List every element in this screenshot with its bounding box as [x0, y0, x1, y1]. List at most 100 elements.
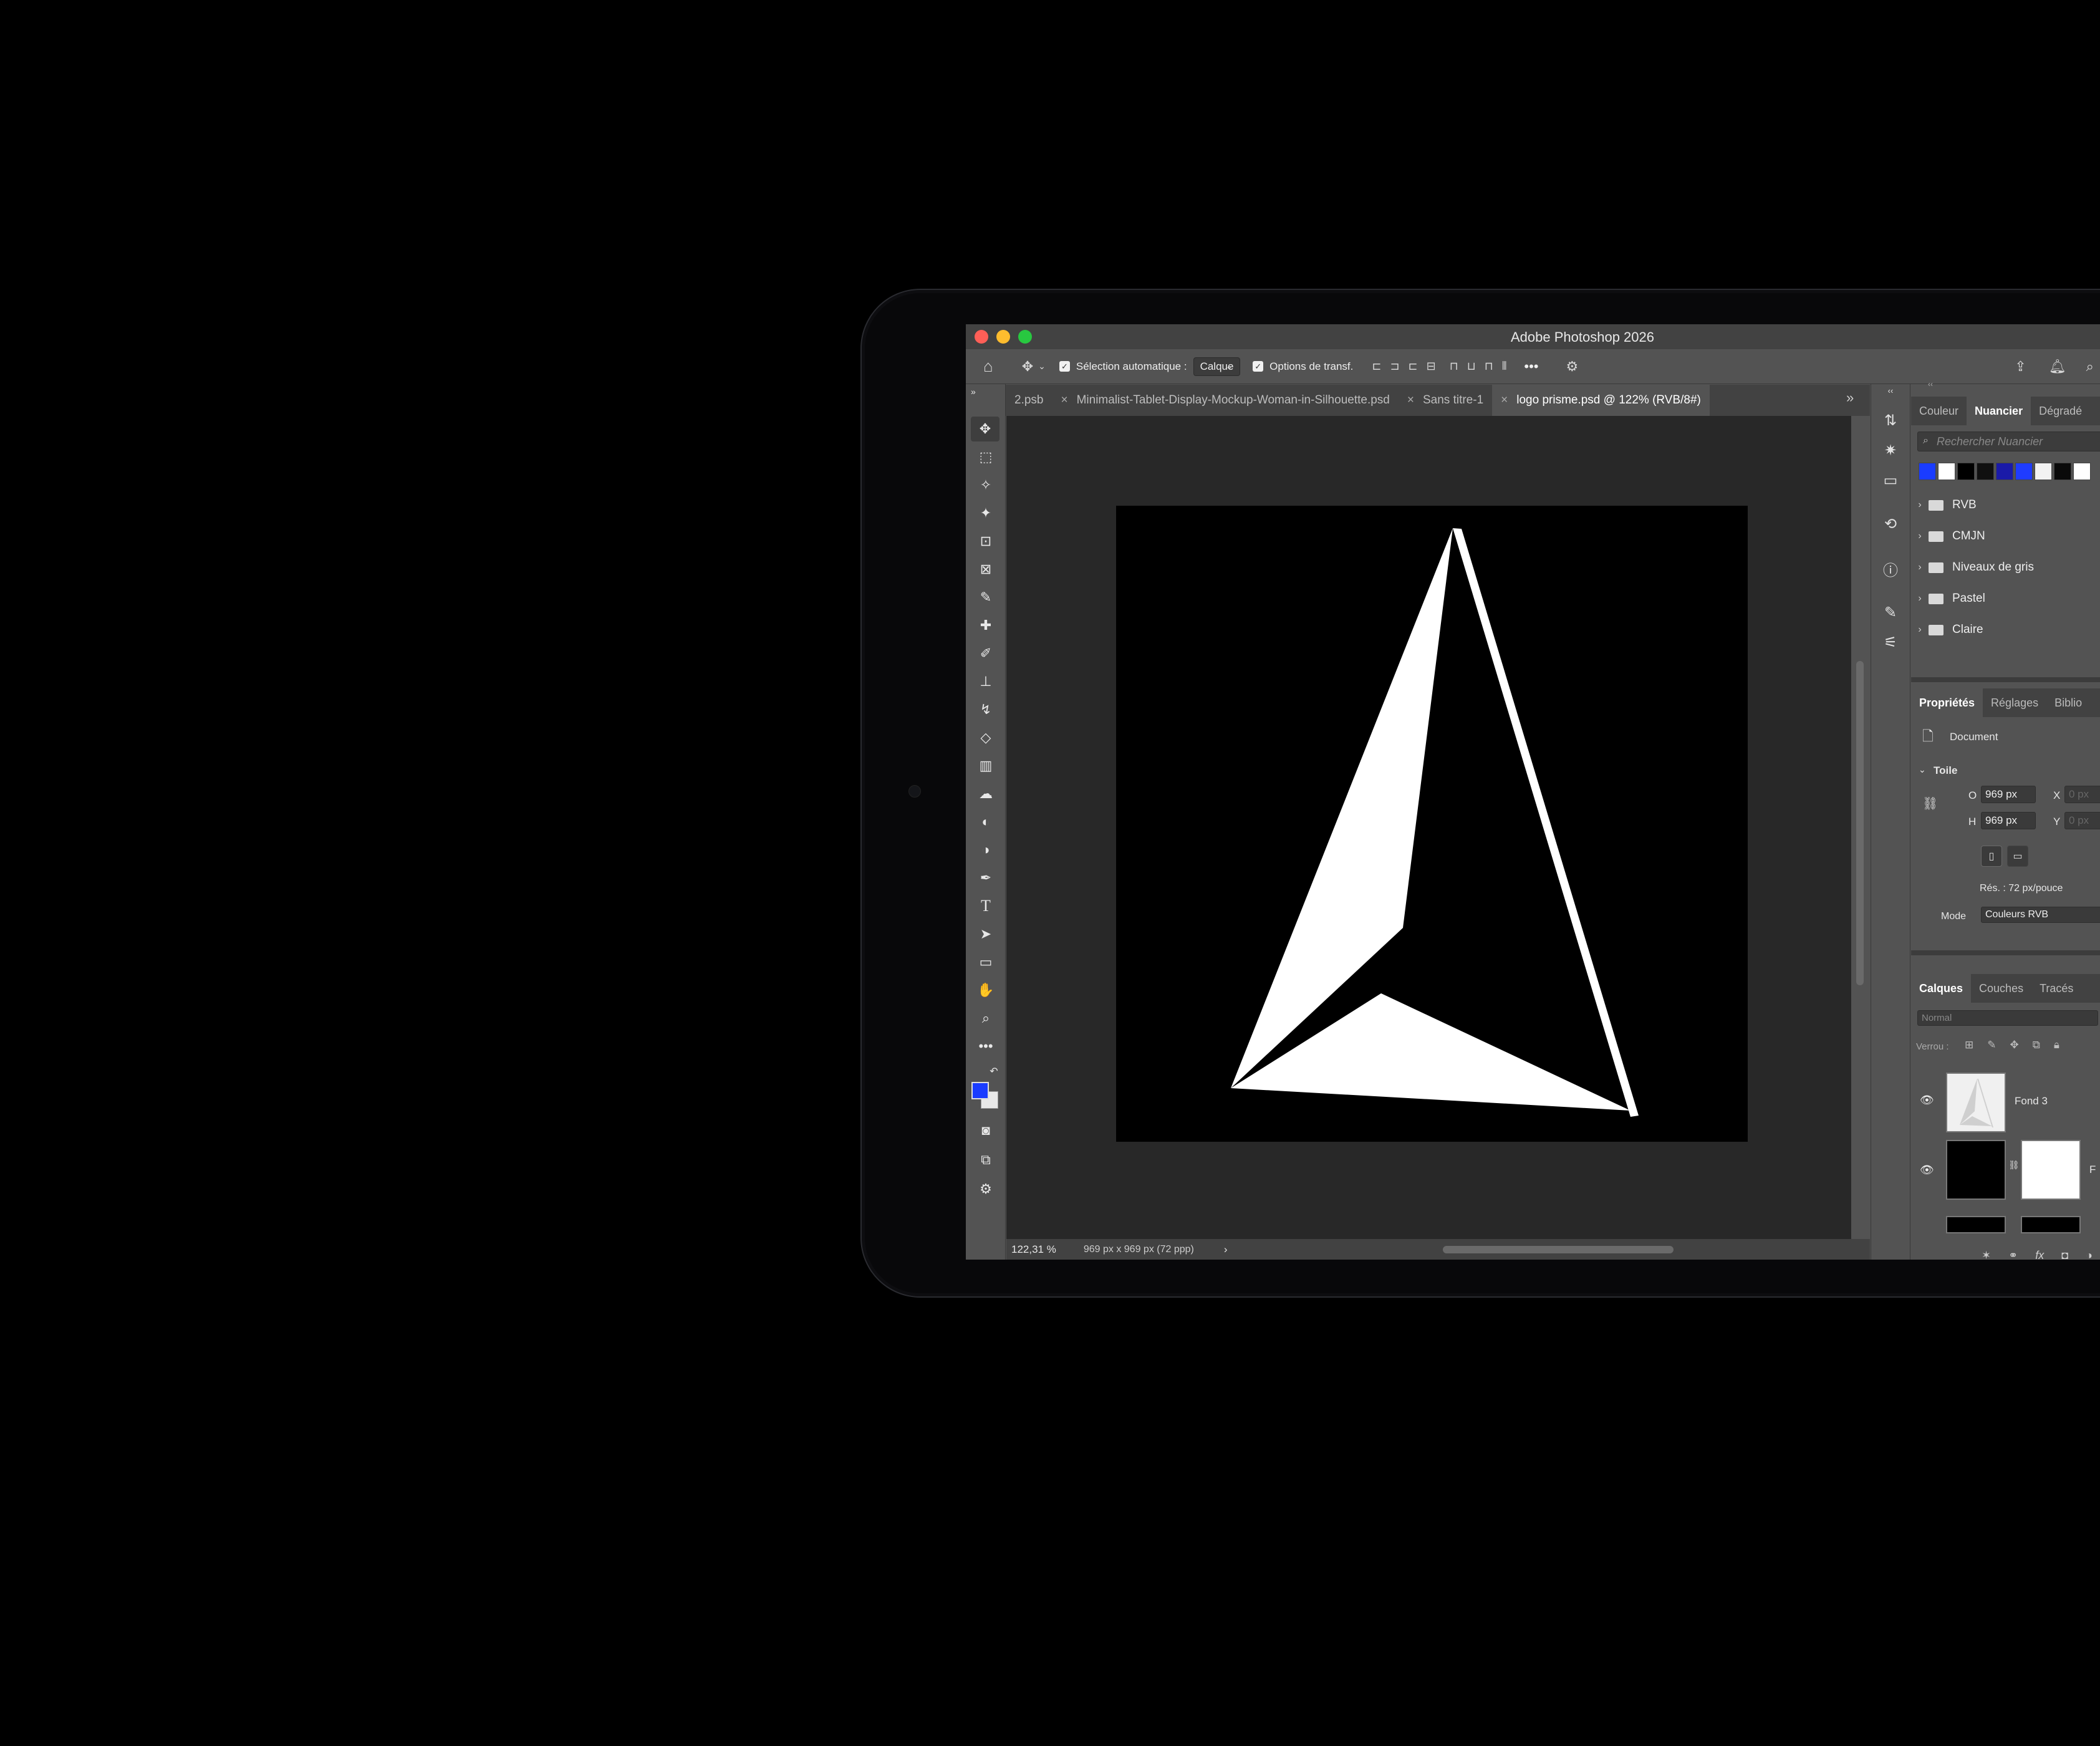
tabs-overflow-icon[interactable]: »	[1846, 390, 1854, 406]
collapse-panels-icon[interactable]: ‹‹	[1871, 384, 1910, 397]
eyedropper-tool[interactable]: ✎	[966, 585, 1006, 610]
screen-mode-button[interactable]: ⧉	[966, 1147, 1006, 1172]
width-field[interactable]: 969 px	[1981, 786, 2036, 803]
landscape-orientation-button[interactable]: ▭	[2007, 846, 2028, 867]
adjustments-icon[interactable]: ⇅	[1871, 405, 1910, 435]
magic-wand-tool[interactable]: ✦	[966, 501, 1006, 526]
hand-tool[interactable]: ✋	[966, 978, 1006, 1003]
zoom-tool[interactable]: ⌕	[966, 1006, 1006, 1031]
tab-document-2[interactable]: × Minimalist-Tablet-Display-Mockup-Woman…	[1052, 385, 1398, 416]
tab-bibliotheques[interactable]: Biblio	[2046, 688, 2090, 717]
distribute-icons[interactable]: ⊓⊔⊓⫴	[1450, 360, 1516, 373]
edit-toolbar-button[interactable]: •••	[966, 1034, 1006, 1059]
path-selection-tool[interactable]: ➤	[966, 922, 1006, 947]
tab-document-3[interactable]: × Sans titre-1	[1399, 385, 1492, 416]
tab-reglages[interactable]: Réglages	[1983, 688, 2046, 717]
swatch[interactable]	[1996, 463, 2013, 480]
close-tab-icon[interactable]: ×	[1061, 393, 1067, 407]
healing-brush-tool[interactable]: ✚	[966, 613, 1006, 638]
horizontal-scrollbar[interactable]	[1443, 1246, 1674, 1253]
close-window-button[interactable]	[975, 330, 988, 344]
close-tab-icon[interactable]: ×	[1407, 393, 1414, 407]
pen-tool[interactable]: ✒	[966, 866, 1006, 890]
eraser-tool[interactable]: ◇	[966, 725, 1006, 750]
tab-document-1[interactable]: 2.psb	[1006, 385, 1052, 416]
portrait-orientation-button[interactable]: ▯	[1981, 846, 2002, 867]
link-dimensions-icon[interactable]: ⛓︎	[1922, 796, 1938, 811]
tab-calques[interactable]: Calques	[1911, 974, 1972, 1003]
extras-icon[interactable]: ⚙	[966, 1177, 1006, 1202]
marquee-tool[interactable]: ⬚	[966, 445, 1006, 470]
height-field[interactable]: 969 px	[1981, 812, 2036, 829]
share-icon[interactable]: ⇪	[2015, 359, 2026, 375]
auto-select-dropdown[interactable]: Calque	[1193, 357, 1241, 376]
history-brush-tool[interactable]: ↯	[966, 697, 1006, 722]
comment-icon[interactable]: ▭	[1871, 465, 1910, 495]
move-tool[interactable]: ✥	[971, 417, 999, 441]
swatch[interactable]	[1919, 463, 1936, 480]
home-icon[interactable]: ⌂	[983, 357, 993, 376]
swatch[interactable]	[2015, 463, 2033, 480]
chevron-down-icon[interactable]: ⌄	[1919, 764, 1926, 775]
foreground-color-swatch[interactable]	[971, 1082, 989, 1099]
history-icon[interactable]: ⟲	[1871, 509, 1910, 539]
bell-icon[interactable]: 🔔︎	[2049, 359, 2066, 375]
swatch[interactable]	[2073, 463, 2091, 480]
swatch-group-pastel[interactable]: › Pastel	[1911, 584, 2100, 614]
minimize-window-button[interactable]	[996, 330, 1010, 344]
crop-tool[interactable]: ⊡	[966, 529, 1006, 554]
lasso-tool[interactable]: ✧	[966, 473, 1006, 498]
swatch-group-niveaux-de-gris[interactable]: › Niveaux de gris	[1911, 552, 2100, 582]
tab-degrade[interactable]: Dégradé	[2031, 397, 2090, 425]
burn-tool[interactable]: ◑	[966, 837, 1006, 862]
dodge-tool[interactable]: ◐	[966, 809, 1006, 834]
canvas-area[interactable]	[1006, 416, 1851, 1239]
layer-row[interactable]: 👁︎ ⛓︎ F	[1911, 1136, 2100, 1206]
blend-mode-dropdown[interactable]: Normal	[1917, 1010, 2098, 1026]
swap-colors-icon[interactable]: ↶	[985, 1059, 1003, 1084]
smudge-tool[interactable]: ☁	[966, 781, 1006, 806]
gear-icon[interactable]: ⚙	[1566, 359, 1579, 375]
eye-icon[interactable]: 👁︎	[1920, 1164, 1934, 1177]
clone-stamp-tool[interactable]: ⊥	[966, 669, 1006, 694]
tab-couches[interactable]: Couches	[1971, 974, 2031, 1003]
adjustment-layer-icon[interactable]: ◑	[2086, 1249, 2093, 1260]
chevron-down-icon[interactable]: ⌄	[1038, 361, 1046, 372]
auto-select-checkbox[interactable]: ✓	[1059, 361, 1070, 372]
tab-couleur[interactable]: Couleur	[1911, 397, 1967, 425]
swatch[interactable]	[1938, 463, 1955, 480]
quick-mask-button[interactable]: ◙	[966, 1118, 1006, 1143]
magic-icon[interactable]: ✷	[1871, 435, 1910, 465]
panel-collapse-icon[interactable]: ‹‹	[1911, 378, 1950, 390]
status-menu-icon[interactable]: ›	[1224, 1243, 1228, 1256]
swatch[interactable]	[1977, 463, 1994, 480]
eye-icon[interactable]: 👁︎	[1920, 1094, 1934, 1107]
info-icon[interactable]: ⓘ	[1871, 554, 1910, 584]
gradient-tool[interactable]: ▥	[966, 753, 1006, 778]
fx-icon[interactable]: fx	[2035, 1249, 2044, 1260]
layer-row[interactable]: 👁︎ Fond 3	[1911, 1066, 2100, 1136]
swatch-group-claire[interactable]: › Claire	[1911, 615, 2100, 645]
swatches-search-input[interactable]: ⌕ Rechercher Nuancier	[1917, 432, 2100, 451]
zoom-window-button[interactable]	[1018, 330, 1032, 344]
sliders-icon[interactable]: ⚟	[1871, 627, 1910, 657]
tab-proprietes[interactable]: Propriétés	[1911, 688, 1983, 717]
tab-traces[interactable]: Tracés	[2031, 974, 2081, 1003]
document-canvas[interactable]	[1116, 506, 1748, 1142]
tab-document-4-active[interactable]: × logo prisme.psd @ 122% (RVB/8#)	[1492, 385, 1710, 416]
move-icon[interactable]: ✥	[1022, 359, 1033, 375]
lock-options-icons[interactable]: ⊞✎✥⧉🔒︎	[1965, 1039, 2073, 1051]
brush-settings-icon[interactable]: ✎	[1871, 597, 1910, 627]
swatch[interactable]	[1957, 463, 1975, 480]
frame-tool[interactable]: ⊠	[966, 557, 1006, 582]
tab-nuancier[interactable]: Nuancier	[1967, 397, 2031, 425]
close-tab-icon[interactable]: ×	[1501, 393, 1508, 407]
expand-tools-icon[interactable]: »	[966, 384, 1006, 399]
vertical-scrollbar[interactable]	[1856, 661, 1864, 985]
magic-icon[interactable]: ✶	[1982, 1249, 1991, 1260]
brush-tool[interactable]: ✐	[966, 641, 1006, 666]
link-layers-icon[interactable]: ⚭	[2008, 1249, 2018, 1260]
link-icon[interactable]: ⛓︎	[2008, 1160, 2020, 1170]
x-field[interactable]: 0 px	[2064, 786, 2100, 803]
swatch-group-rvb[interactable]: › RVB	[1911, 490, 2100, 520]
